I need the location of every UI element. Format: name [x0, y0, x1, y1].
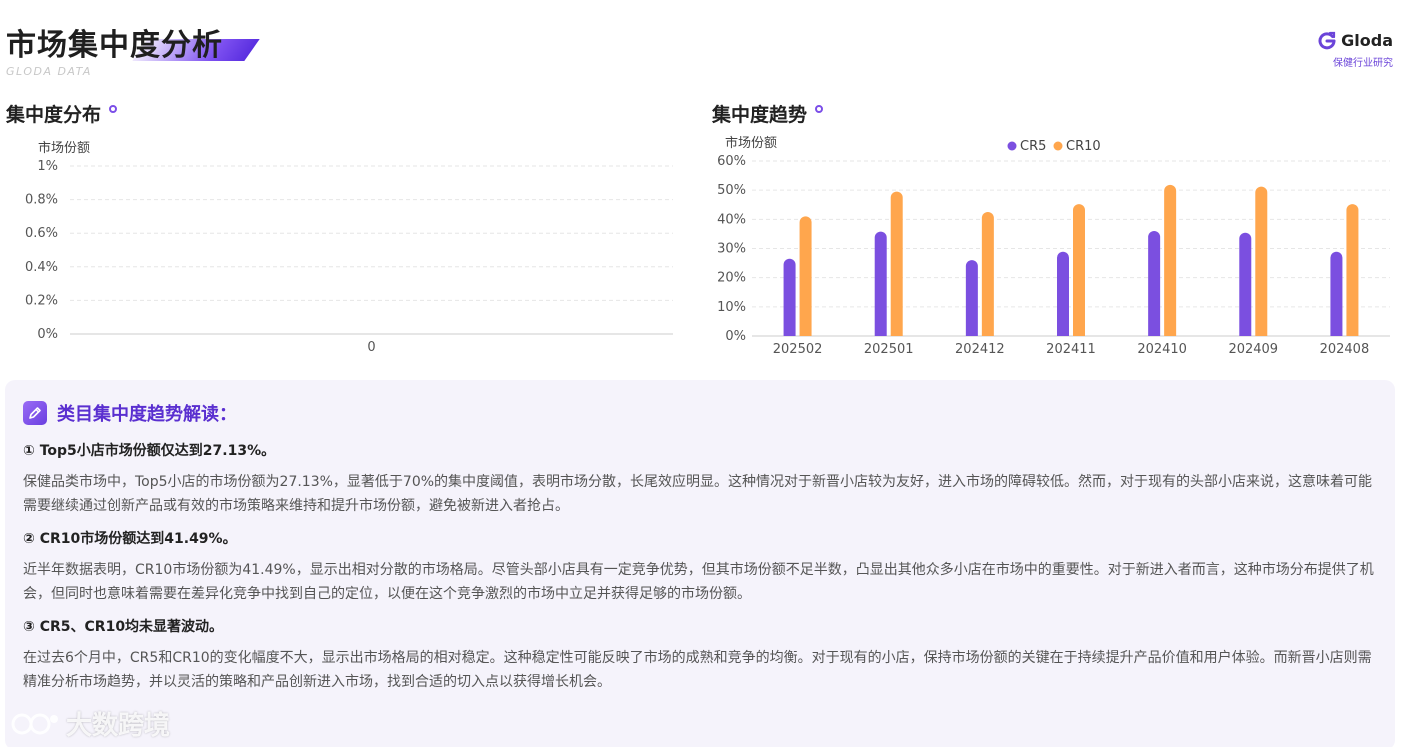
y-tick-label: 40%: [717, 212, 746, 227]
y-tick-label: 30%: [717, 242, 746, 257]
x-tick-label: 202409: [1228, 342, 1278, 357]
legend-label: CR5: [1020, 139, 1046, 154]
legend-marker: [1053, 141, 1063, 151]
analysis-item-title: ② CR10市场份额达到41.49%。: [23, 531, 237, 547]
analysis-header: 类目集中度趋势解读：: [23, 400, 1377, 426]
watermark: 大数跨境: [10, 705, 170, 742]
cr10-bar: [1073, 204, 1085, 336]
y-tick-label: 0.6%: [25, 226, 58, 241]
section-title-distribution-text: 集中度分布: [6, 104, 102, 126]
cr5-bar: [783, 258, 796, 336]
cr10-bar: [981, 212, 994, 336]
brand-name: Gloda: [1341, 30, 1393, 50]
cr10-bar: [890, 191, 903, 336]
section-title-distribution: 集中度分布: [6, 100, 118, 127]
x-tick-label: 202501: [864, 342, 914, 357]
y-axis-title: 市场份额: [725, 135, 777, 151]
brand-tag: 保健行业研究: [1333, 58, 1393, 69]
y-tick-label: 0.8%: [25, 193, 58, 208]
analysis-item-title: ① Top5小店市场份额仅达到27.13%。: [23, 443, 276, 459]
watermark-text: 大数跨境: [66, 711, 171, 741]
y-tick-label: 0%: [37, 327, 58, 342]
x-tick-label: 202408: [1320, 342, 1370, 357]
x-tick-label: 202410: [1137, 342, 1187, 357]
cr5-bar: [1239, 232, 1252, 336]
cr5-bar: [874, 231, 887, 336]
y-axis-title: 市场份额: [38, 140, 90, 156]
distribution-chart: 市场份额 0% 0.2% 0.4% 0.6% 0.8% 1% 0: [25, 140, 673, 355]
cr10-bar: [1346, 204, 1359, 336]
brand: Gloda 保健行业研究: [1317, 30, 1393, 69]
section-dot-icon: [815, 104, 824, 113]
y-tick-label: 10%: [717, 300, 746, 315]
analysis-item-body: 在过去6个月中，CR5和CR10的变化幅度不大，显示出市场格局的相对稳定。这种稳…: [23, 650, 1372, 690]
x-tick-label: 202502: [773, 342, 823, 357]
pen-icon: [23, 401, 47, 425]
cr10-bar: [1164, 184, 1177, 336]
y-tick-label: 20%: [717, 271, 746, 286]
analysis-item: ① Top5小店市场份额仅达到27.13%。 保健品类市场中，Top5小店的市场…: [23, 440, 1377, 518]
y-tick-label: 1%: [37, 159, 58, 174]
trend-chart: 市场份额 0% 10% 20% 30% 40% 50% 60% CR5 CR10 202502 202…: [717, 135, 1390, 357]
section-title-trend-text: 集中度趋势: [712, 104, 808, 126]
y-tick-label: 0.2%: [25, 293, 58, 308]
analysis-panel: 类目集中度趋势解读： ① Top5小店市场份额仅达到27.13%。 保健品类市场…: [5, 380, 1395, 747]
y-tick-label: 50%: [717, 183, 746, 198]
analysis-item-body: 保健品类市场中，Top5小店的市场份额为27.13%，显著低于70%的集中度阈值…: [23, 474, 1373, 514]
section-dot-icon: [109, 104, 118, 113]
x-tick-label: 202411: [1046, 342, 1096, 357]
watermark-logo-icon: [11, 713, 58, 734]
page-subtitle: GLODA DATA: [6, 65, 92, 78]
cr10-bar: [1255, 186, 1268, 336]
y-tick-label: 0%: [725, 329, 746, 344]
x-tick-label: 202412: [955, 342, 1005, 357]
page: 市场集中度分析 GLODA DATA Gloda 保健行业研究 集中度分布 集中…: [0, 0, 1403, 747]
legend-label: CR10: [1066, 139, 1101, 154]
y-tick-label: 0.4%: [25, 260, 58, 275]
analysis-item: ② CR10市场份额达到41.49%。 近半年数据表明，CR10市场份额为41.…: [23, 528, 1377, 606]
analysis-item-title: ③ CR5、CR10均未显著波动。: [23, 619, 224, 635]
cr5-bar: [1148, 231, 1161, 336]
legend-marker: [1007, 141, 1017, 151]
y-tick-label: 60%: [717, 154, 746, 169]
section-title-trend: 集中度趋势: [712, 100, 824, 127]
page-title: 市场集中度分析: [6, 28, 223, 63]
x-tick-label: 0: [367, 340, 375, 355]
cr5-bar: [965, 260, 978, 336]
gloda-logo-icon: [1318, 31, 1336, 50]
cr5-bar: [1330, 251, 1343, 336]
analysis-item-body: 近半年数据表明，CR10市场份额为41.49%，显示出相对分散的市场格局。尽管头…: [23, 562, 1374, 602]
cr5-bar: [1057, 251, 1069, 336]
analysis-item: ③ CR5、CR10均未显著波动。 在过去6个月中，CR5和CR10的变化幅度不…: [23, 616, 1377, 694]
analysis-title: 类目集中度趋势解读：: [57, 404, 237, 425]
cr10-bar: [799, 216, 812, 336]
